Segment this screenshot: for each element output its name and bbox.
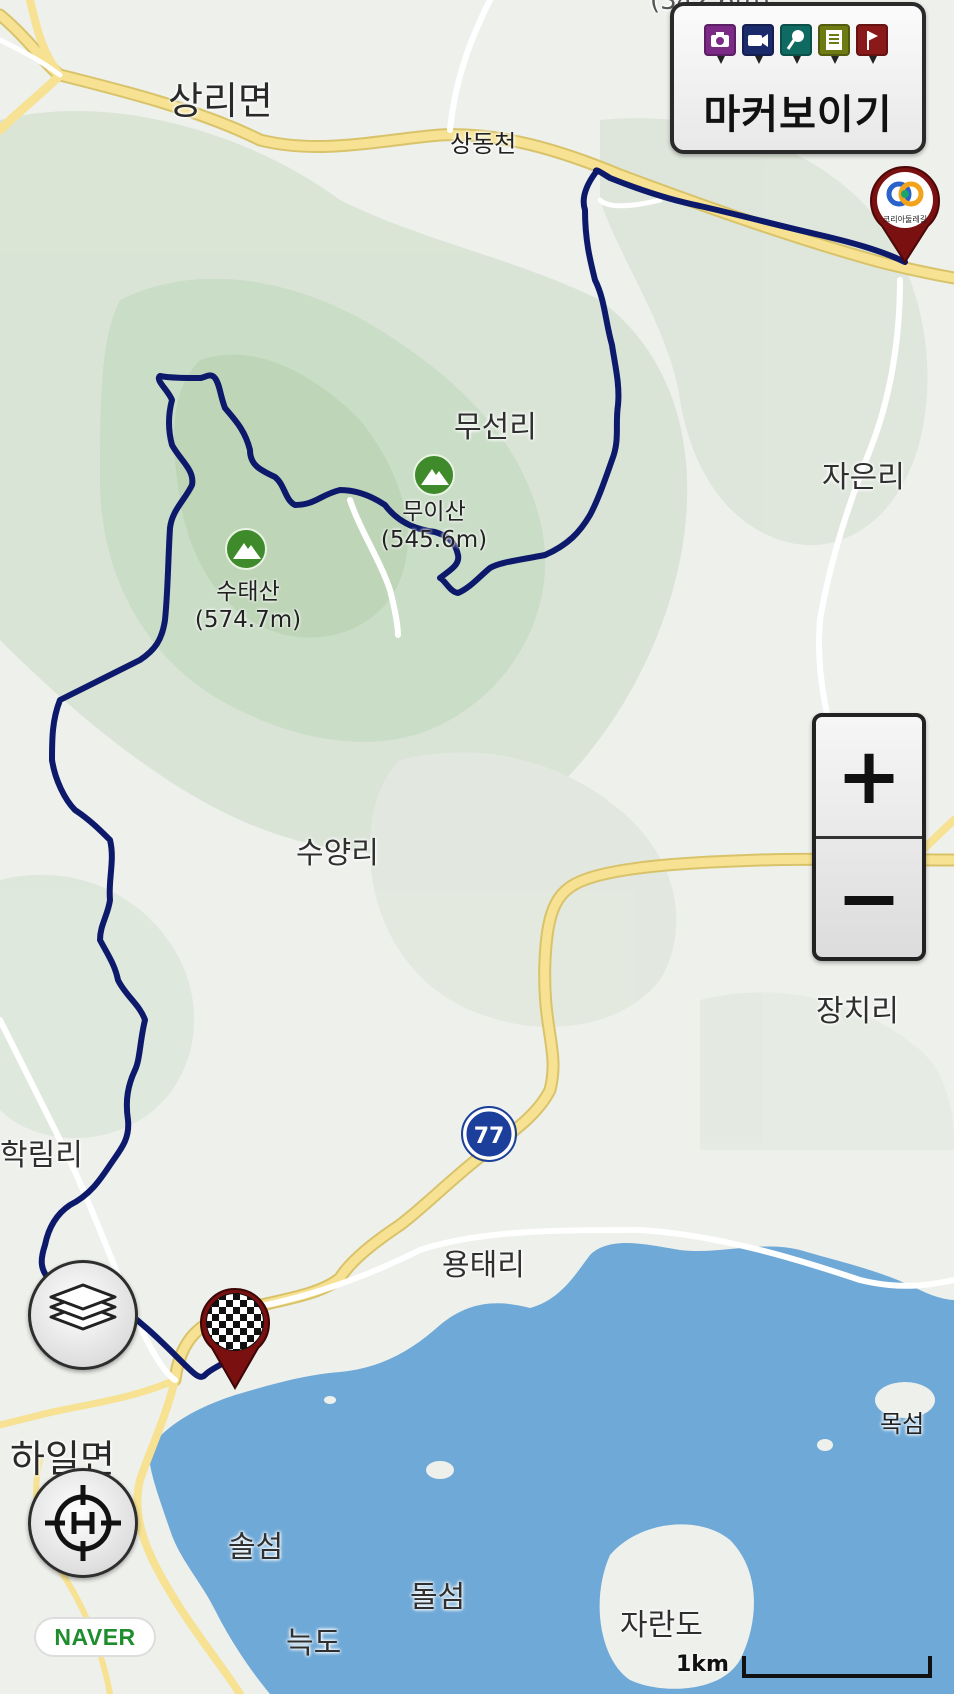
peak-elevation: (574.7m): [194, 607, 302, 633]
start-marker-text: 코리아둘레길: [882, 215, 928, 224]
marker-type-icons: [704, 24, 888, 64]
peak-elevation: (545.6m): [380, 527, 488, 553]
map-scale-bar: [742, 1656, 932, 1678]
place-label-sangri: 상리면: [168, 79, 273, 123]
place-label-neukdo: 늑도: [286, 1626, 342, 1661]
place-label-jangchiri: 장치리: [816, 994, 899, 1029]
naver-logo: NAVER: [34, 1617, 156, 1657]
flag-marker-icon: [856, 24, 888, 64]
peak-label-muisan: 무이산 (545.6m): [376, 498, 492, 554]
peak-name: 수태산: [216, 579, 280, 605]
layers-icon: [49, 1283, 117, 1331]
place-label-jaeunri: 자은리: [822, 460, 905, 495]
checkered-flag-icon: [200, 1287, 270, 1391]
crosshair-h-icon: [45, 1485, 121, 1561]
road-shield-77: 77: [461, 1106, 517, 1162]
layers-button[interactable]: [28, 1260, 138, 1370]
zoom-control: + −: [812, 713, 926, 961]
zoom-out-button[interactable]: −: [816, 839, 922, 957]
map-scale-label: 1km: [676, 1652, 729, 1677]
audio-marker-icon: [780, 24, 812, 64]
place-label-yongtaeri: 용태리: [442, 1248, 525, 1283]
mountain-icon: [413, 454, 455, 496]
place-label-hakrimri: 학림리: [0, 1138, 83, 1173]
place-label-sangdongcheon: 상동천: [450, 130, 517, 158]
note-marker-icon: [818, 24, 850, 64]
camera-marker-icon: [704, 24, 736, 64]
road-shield-label: 77: [474, 1124, 505, 1149]
peak-name: 무이산: [402, 499, 466, 525]
place-label-solseom: 솔섬: [228, 1530, 284, 1565]
zoom-in-button[interactable]: +: [816, 717, 922, 839]
place-label-museonri: 무선리: [454, 410, 537, 445]
finish-marker-pin[interactable]: [198, 1286, 272, 1391]
map-canvas[interactable]: 77: [0, 0, 954, 1694]
place-label-mokseom: 목섬: [880, 1410, 925, 1438]
peak-label-sutaesan: 수태산 (574.7m): [188, 578, 308, 634]
show-markers-label: 마커보이기: [703, 92, 893, 138]
place-label-jarando: 자란도: [620, 1608, 703, 1643]
place-label-dolseom: 돌섬: [410, 1580, 466, 1615]
start-marker-pin[interactable]: 코리아둘레길: [868, 164, 942, 264]
mountain-icon: [225, 528, 267, 570]
video-marker-icon: [742, 24, 774, 64]
my-location-button[interactable]: [28, 1468, 138, 1578]
marker-toggle-panel[interactable]: 마커보이기: [670, 2, 926, 154]
place-label-suyangri: 수양리: [296, 836, 379, 871]
